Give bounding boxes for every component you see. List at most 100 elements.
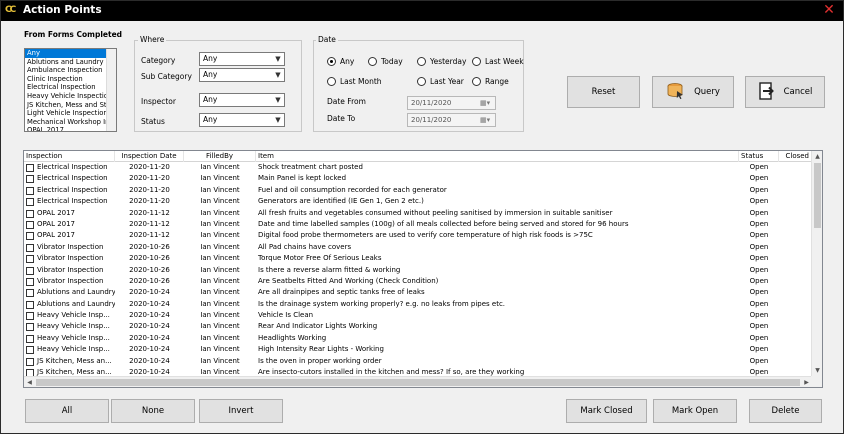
table-row[interactable]: Electrical Inspection 2020-11-20 Ian Vince… bbox=[24, 162, 812, 173]
row-checkbox[interactable] bbox=[26, 255, 34, 264]
row-checkbox[interactable] bbox=[26, 346, 34, 355]
mark-open-button[interactable]: Mark Open bbox=[653, 399, 737, 423]
forms-list-item[interactable]: Any bbox=[25, 49, 107, 58]
row-checkbox[interactable] bbox=[26, 175, 34, 184]
row-checkbox[interactable] bbox=[26, 232, 34, 241]
cell-status: Open bbox=[749, 185, 769, 194]
table-row[interactable]: Vibrator Inspection 2020-10-26 Ian Vincent… bbox=[24, 265, 812, 276]
row-checkbox[interactable] bbox=[26, 300, 34, 309]
table-row[interactable]: JS Kitchen, Mess an... 2020-10-24 Ian Vinc… bbox=[24, 356, 812, 367]
action-points-grid[interactable]: Inspection Inspection Date FilledBy Item… bbox=[23, 150, 823, 388]
cell-inspection: Heavy Vehicle Insp... bbox=[37, 345, 110, 354]
row-checkbox[interactable] bbox=[26, 164, 34, 172]
date-from-picker[interactable]: 20/11/2020 ▦▾ bbox=[407, 96, 496, 110]
forms-list-item[interactable]: Electrical Inspection bbox=[25, 83, 107, 92]
row-checkbox[interactable] bbox=[26, 243, 34, 252]
scroll-left-icon[interactable]: ◀ bbox=[24, 377, 35, 387]
forms-listbox[interactable]: Any Ablutions and Laundry Ambulance Inspec… bbox=[24, 48, 117, 132]
row-checkbox[interactable] bbox=[26, 266, 34, 275]
mark-open-label: Mark Open bbox=[671, 406, 719, 416]
row-checkbox[interactable] bbox=[26, 334, 34, 343]
date-radio-last-year[interactable]: Last Year bbox=[417, 77, 464, 86]
scroll-up-icon[interactable]: ▲ bbox=[812, 151, 822, 162]
table-row[interactable]: OPAL 2017 2020-11-12 Ian Vincent All fresh … bbox=[24, 208, 812, 219]
grid-vertical-scrollbar[interactable]: ▲ ▼ bbox=[811, 151, 822, 376]
cell-inspection: JS Kitchen, Mess an... bbox=[37, 356, 112, 365]
table-row[interactable]: Heavy Vehicle Insp... 2020-10-24 Ian Vince… bbox=[24, 333, 812, 344]
date-radio-today[interactable]: Today bbox=[368, 57, 403, 66]
cell-status: Open bbox=[749, 197, 769, 206]
date-radio-last-week[interactable]: Last Week bbox=[472, 57, 524, 66]
grid-horizontal-scrollbar[interactable]: ◀ ▶ bbox=[24, 376, 812, 387]
forms-list-item[interactable]: OPAL 2017 bbox=[25, 126, 107, 131]
date-radio-last-month[interactable]: Last Month bbox=[327, 77, 382, 86]
inspector-label: Inspector bbox=[141, 97, 176, 106]
scroll-thumb[interactable] bbox=[36, 379, 800, 386]
category-select[interactable]: Any ▼ bbox=[199, 52, 285, 66]
mark-closed-button[interactable]: Mark Closed bbox=[566, 399, 647, 423]
forms-list-item[interactable]: JS Kitchen, Mess and St bbox=[25, 101, 107, 110]
table-row[interactable]: Heavy Vehicle Insp... 2020-10-24 Ian Vince… bbox=[24, 344, 812, 355]
cell-inspection-date: 2020-10-24 bbox=[129, 356, 170, 365]
table-row[interactable]: Electrical Inspection 2020-11-20 Ian Vince… bbox=[24, 185, 812, 196]
forms-list-item[interactable]: Mechanical Workshop In bbox=[25, 118, 107, 127]
table-row[interactable]: Vibrator Inspection 2020-10-26 Ian Vincent… bbox=[24, 253, 812, 264]
row-checkbox[interactable] bbox=[26, 289, 34, 298]
table-row[interactable]: Heavy Vehicle Insp... 2020-10-24 Ian Vince… bbox=[24, 310, 812, 321]
date-radio-range[interactable]: Range bbox=[472, 77, 509, 86]
table-row[interactable]: Heavy Vehicle Insp... 2020-10-24 Ian Vince… bbox=[24, 321, 812, 332]
invert-selection-button[interactable]: Invert bbox=[199, 399, 283, 423]
date-radio-any[interactable]: Any bbox=[327, 57, 354, 66]
delete-button[interactable]: Delete bbox=[749, 399, 822, 423]
forms-list-item[interactable]: Heavy Vehicle Inspection bbox=[25, 92, 107, 101]
cancel-button[interactable]: Cancel bbox=[745, 76, 825, 108]
select-none-button[interactable]: None bbox=[111, 399, 195, 423]
cell-status: Open bbox=[749, 265, 769, 274]
select-all-button[interactable]: All bbox=[25, 399, 109, 423]
subcategory-select[interactable]: Any ▼ bbox=[199, 68, 285, 82]
row-checkbox[interactable] bbox=[26, 186, 34, 195]
close-icon[interactable]: ✕ bbox=[821, 2, 837, 18]
table-row[interactable]: OPAL 2017 2020-11-12 Ian Vincent Date and t… bbox=[24, 219, 812, 230]
calendar-icon[interactable]: ▦▾ bbox=[480, 99, 492, 108]
row-checkbox[interactable] bbox=[26, 323, 34, 332]
table-row[interactable]: Electrical Inspection 2020-11-20 Ian Vince… bbox=[24, 196, 812, 207]
column-header-inspection-date[interactable]: Inspection Date bbox=[115, 151, 184, 162]
calendar-icon[interactable]: ▦▾ bbox=[480, 116, 492, 125]
column-header-item[interactable]: Item bbox=[256, 151, 739, 162]
cell-status: Open bbox=[749, 311, 769, 320]
table-row[interactable]: Vibrator Inspection 2020-10-26 Ian Vincent… bbox=[24, 242, 812, 253]
forms-list-item[interactable]: Ablutions and Laundry bbox=[25, 58, 107, 67]
inspector-select[interactable]: Any ▼ bbox=[199, 93, 285, 107]
column-header-closed[interactable]: Closed bbox=[779, 151, 812, 162]
date-to-picker[interactable]: 20/11/2020 ▦▾ bbox=[407, 113, 496, 127]
scroll-down-icon[interactable]: ▼ bbox=[812, 365, 822, 376]
reset-button[interactable]: Reset bbox=[567, 76, 640, 108]
table-row[interactable]: Ablutions and Laundry 2020-10-24 Ian Vince… bbox=[24, 287, 812, 298]
column-header-filled-by[interactable]: FilledBy bbox=[184, 151, 256, 162]
row-checkbox[interactable] bbox=[26, 357, 34, 366]
row-checkbox[interactable] bbox=[26, 277, 34, 286]
table-row[interactable]: Vibrator Inspection 2020-10-26 Ian Vincent… bbox=[24, 276, 812, 287]
row-checkbox[interactable] bbox=[26, 198, 34, 207]
table-row[interactable]: Electrical Inspection 2020-11-20 Ian Vince… bbox=[24, 173, 812, 184]
cell-status: Open bbox=[749, 288, 769, 297]
row-checkbox[interactable] bbox=[26, 220, 34, 229]
row-checkbox[interactable] bbox=[26, 209, 34, 218]
query-button[interactable]: Query bbox=[652, 76, 734, 108]
forms-list-item[interactable]: Light Vehicle Inspection bbox=[25, 109, 107, 118]
cell-closed bbox=[779, 196, 812, 207]
date-radio-yesterday[interactable]: Yesterday bbox=[417, 57, 466, 66]
column-header-status[interactable]: Status bbox=[739, 151, 779, 162]
row-checkbox[interactable] bbox=[26, 312, 34, 321]
forms-scrollbar[interactable] bbox=[106, 49, 116, 131]
forms-list-item[interactable]: Clinic Inspection bbox=[25, 75, 107, 84]
cell-inspection: Ablutions and Laundry bbox=[37, 288, 115, 297]
table-row[interactable]: OPAL 2017 2020-11-12 Ian Vincent Digital fo… bbox=[24, 230, 812, 241]
column-header-inspection[interactable]: Inspection bbox=[24, 151, 115, 162]
table-row[interactable]: Ablutions and Laundry 2020-10-24 Ian Vince… bbox=[24, 299, 812, 310]
forms-list-item[interactable]: Ambulance Inspection bbox=[25, 66, 107, 75]
scroll-thumb[interactable] bbox=[814, 163, 821, 228]
cell-filled-by: Ian Vincent bbox=[200, 219, 240, 228]
status-select[interactable]: Any ▼ bbox=[199, 113, 285, 127]
